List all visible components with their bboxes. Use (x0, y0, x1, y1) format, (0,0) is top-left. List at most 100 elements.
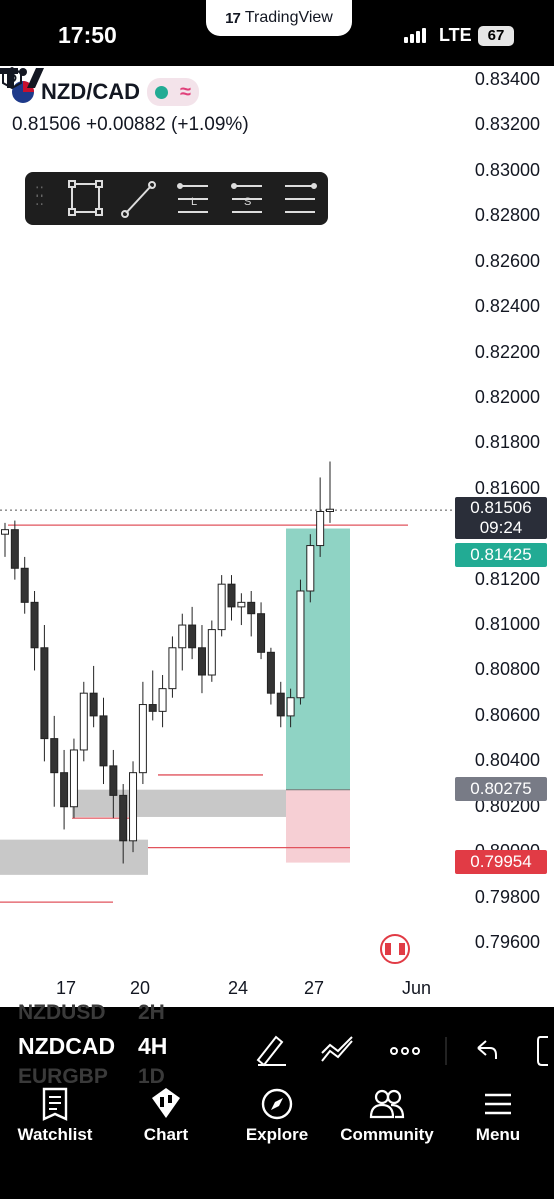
candle-body[interactable] (69, 749, 78, 808)
candle-body[interactable] (276, 692, 285, 717)
canada-event-icon[interactable] (380, 934, 410, 964)
time-tick-label: 20 (130, 978, 151, 998)
market-open-icon (155, 85, 168, 99)
nav-community[interactable]: Community (327, 1087, 447, 1145)
trend-line-icon[interactable] (121, 181, 156, 218)
entry-price-label: 0.80275 (455, 777, 547, 801)
more-icon[interactable] (390, 1047, 420, 1055)
candle-body[interactable] (237, 601, 246, 608)
candle-body[interactable] (286, 697, 295, 717)
candle-body[interactable] (306, 545, 315, 592)
watchlist-icon (42, 1087, 68, 1121)
price-tick-label: 0.83200 (474, 114, 540, 135)
community-icon (369, 1089, 405, 1119)
price-tick-label: 0.82200 (474, 341, 540, 362)
price-tick-label: 0.80600 (474, 704, 540, 725)
price-tick-label: 0.82400 (474, 296, 540, 317)
candle-body[interactable] (188, 624, 197, 649)
candle-body[interactable] (89, 692, 98, 717)
horizontal-lines-icon[interactable] (285, 183, 317, 213)
candle-countdown: 09:24 (479, 518, 523, 537)
candle-body[interactable] (99, 715, 108, 767)
app-banner[interactable]: 17 TradingView (206, 0, 352, 36)
current-price-value: 0.81506 (470, 498, 532, 517)
candle-body[interactable] (158, 688, 167, 712)
price-tick-label: 0.82800 (474, 205, 540, 226)
bottom-navigation: Watchlist Chart Explore Community Menu (0, 1087, 554, 1199)
candle-body[interactable] (119, 794, 128, 842)
nav-watchlist[interactable]: Watchlist (0, 1087, 115, 1145)
candle-body[interactable] (257, 613, 266, 653)
rectangle-tool-icon[interactable] (68, 180, 103, 216)
pen-tool-icon[interactable] (256, 1035, 286, 1067)
menu-icon (485, 1093, 511, 1115)
candle-body[interactable] (316, 511, 325, 547)
network-label: LTE (439, 25, 472, 45)
price-tick-label: 0.83000 (474, 159, 540, 180)
price-tick-label: 0.82600 (474, 250, 540, 271)
candle-body[interactable] (50, 738, 59, 774)
candle-body[interactable] (148, 704, 157, 712)
compass-icon (261, 1088, 293, 1120)
position-profit-zone[interactable] (286, 528, 350, 790)
candle-body[interactable] (129, 772, 138, 842)
undo-icon[interactable] (477, 1040, 497, 1059)
candle-body[interactable] (197, 647, 206, 676)
candle-body[interactable] (10, 529, 19, 569)
indicators-icon[interactable] (321, 1036, 353, 1062)
time-tick-label: 17 (56, 978, 77, 998)
candle-body[interactable] (266, 651, 275, 694)
price-tick-label: 0.81600 (474, 477, 540, 498)
candle-body[interactable] (40, 647, 49, 740)
price-tick-label: 0.80400 (474, 750, 540, 771)
nav-explore[interactable]: Explore (217, 1087, 337, 1145)
stop-price-label: 0.79954 (455, 850, 547, 874)
chart-area[interactable]: NZD/CAD ≈ 0.81506 +0.00882 (+1.09%) ⁚⁚ ⁚⁚ (0, 66, 554, 1010)
last-price: 0.81506 (12, 114, 81, 135)
nav-menu[interactable]: Menu (438, 1087, 554, 1145)
candle-body[interactable] (178, 624, 187, 649)
candle-body[interactable] (296, 590, 305, 699)
price-tick-label: 0.81200 (474, 568, 540, 589)
candle-body[interactable] (1, 529, 9, 535)
target-price-label: 0.81425 (455, 543, 547, 567)
wave-icon: ≈ (180, 80, 191, 103)
zone-rect[interactable] (72, 789, 316, 817)
app-name: TradingView (244, 9, 333, 26)
price-tick-label: 0.79600 (474, 932, 540, 952)
chart-icon (152, 1088, 180, 1118)
chart-settings-icon[interactable] (0, 66, 24, 90)
position-loss-zone[interactable] (286, 789, 350, 863)
candle-body[interactable] (227, 583, 236, 608)
candle-body[interactable] (247, 601, 256, 615)
candle-body[interactable] (30, 601, 39, 649)
candle-body[interactable] (168, 647, 177, 690)
candle-body[interactable] (60, 772, 69, 808)
candle-body[interactable] (20, 567, 29, 603)
candle-body[interactable] (79, 692, 88, 751)
quote-line: 0.81506 +0.00882 (+1.09%) (12, 114, 249, 136)
status-bar: 17:50 17 TradingView LTE 67 (0, 0, 554, 66)
clock: 17:50 (58, 22, 117, 48)
price-change-pct: (+1.09%) (171, 114, 249, 135)
long-label: L (191, 196, 197, 208)
zone-rect[interactable] (0, 839, 148, 875)
nav-chart[interactable]: Chart (106, 1087, 226, 1145)
price-tick-label: 0.81000 (474, 614, 540, 635)
candle-body[interactable] (109, 765, 118, 796)
tradingview-logo-icon: 17 (225, 9, 241, 27)
redo-icon[interactable] (537, 1036, 548, 1066)
status-badges[interactable]: ≈ (147, 78, 199, 106)
candle-body[interactable] (326, 508, 334, 512)
candle-body[interactable] (207, 629, 216, 676)
bottom-panel: NZDUSD 2H NZDCAD 4H EURGBP 1D Watchlist … (0, 1001, 554, 1199)
candle-body[interactable] (138, 704, 147, 774)
time-tick-label: Jun (402, 978, 432, 998)
nav-explore-label: Explore (245, 1125, 309, 1144)
app-screen: 17:50 17 TradingView LTE 67 NZD/CAD ≈ 0.… (0, 0, 554, 1199)
symbol-name[interactable]: NZD/CAD (41, 79, 140, 105)
drawing-toolbar: ⁚⁚ ⁚⁚ L S (25, 172, 328, 225)
candle-body[interactable] (217, 583, 226, 631)
current-price-label: 0.81506 09:24 (455, 497, 547, 539)
nav-watchlist-label: Watchlist (17, 1125, 93, 1144)
